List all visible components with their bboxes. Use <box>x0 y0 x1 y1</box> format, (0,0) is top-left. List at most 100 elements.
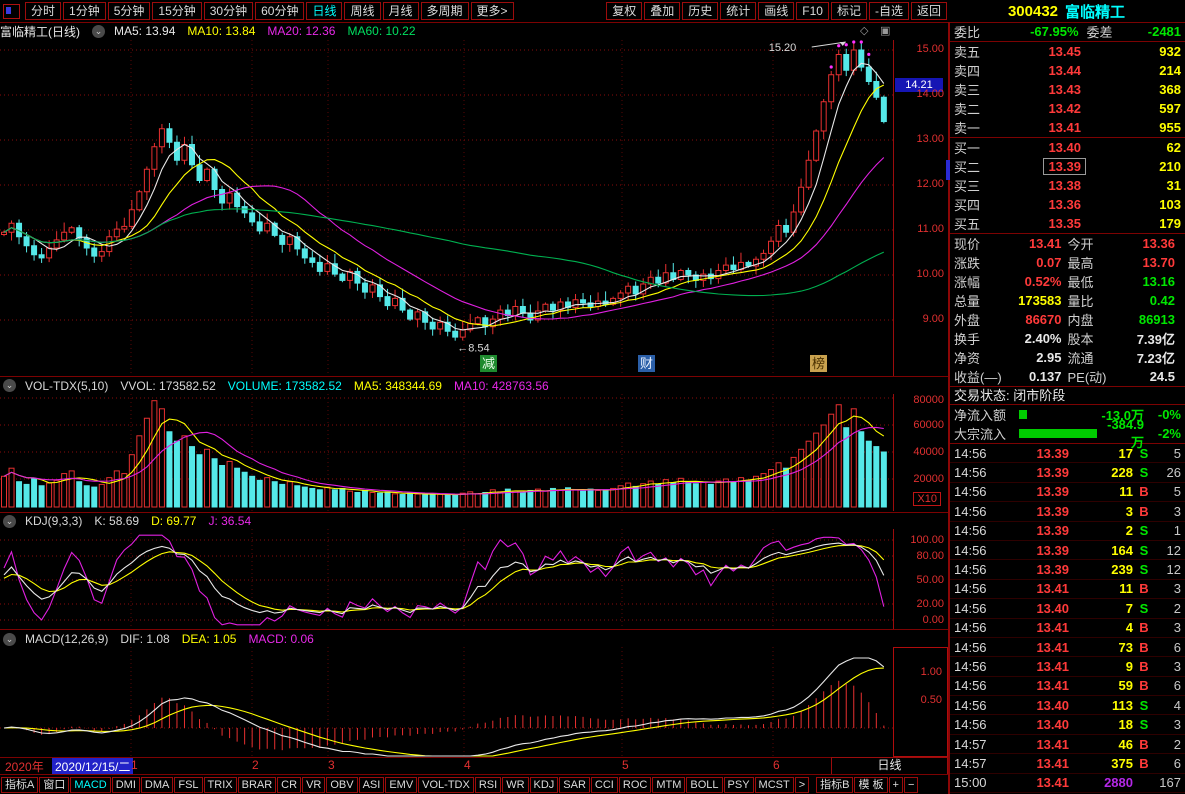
buy-row[interactable]: 买一13.4062 <box>950 138 1185 157</box>
scroll-indicator[interactable] <box>946 160 950 180</box>
indicator-tab-模 板[interactable]: 模 板 <box>854 777 887 793</box>
indicator-tab-BOLL[interactable]: BOLL <box>686 777 722 793</box>
weibi-row: 委比 -67.95% 委差 -2481 <box>950 22 1185 42</box>
indicator-tab-DMA[interactable]: DMA <box>141 777 173 793</box>
sell-row[interactable]: 卖一13.41955 <box>950 118 1185 137</box>
indicator-tab-SAR[interactable]: SAR <box>559 777 590 793</box>
tick-row[interactable]: 15:0013.412880167 <box>950 774 1185 793</box>
indicator-tab-MACD[interactable]: MACD <box>70 777 110 793</box>
buy-row[interactable]: 买四13.36103 <box>950 195 1185 214</box>
collapse-chevron-icon[interactable]: ⌄ <box>3 633 16 646</box>
tick-row[interactable]: 14:5713.41375B6 <box>950 754 1185 773</box>
indicator-tab-CR[interactable]: CR <box>277 777 301 793</box>
menu-item-多周期[interactable]: 多周期 <box>421 2 469 20</box>
indicator-tab->[interactable]: > <box>795 777 809 793</box>
sell-row[interactable]: 卖二13.42597 <box>950 99 1185 118</box>
menu-item-分时[interactable]: 分时 <box>25 2 61 20</box>
indicator-tab-PSY[interactable]: PSY <box>724 777 754 793</box>
indicator-tab-−[interactable]: − <box>904 777 918 793</box>
indicator-tab-指标A[interactable]: 指标A <box>1 777 38 793</box>
sell-row[interactable]: 卖五13.45932 <box>950 42 1185 61</box>
indicator-tab-FSL[interactable]: FSL <box>174 777 202 793</box>
tick-volume: 7 <box>1093 601 1133 616</box>
menu-item-复权[interactable]: 复权 <box>606 2 642 20</box>
menu-item-统计[interactable]: 统计 <box>720 2 756 20</box>
menu-item-画线[interactable]: 画线 <box>758 2 794 20</box>
collapse-chevron-icon[interactable]: ⌄ <box>3 379 16 392</box>
tick-row[interactable]: 14:5613.392S1 <box>950 522 1185 541</box>
tick-count: 3 <box>1155 659 1181 674</box>
tick-row[interactable]: 14:5613.39239S12 <box>950 560 1185 579</box>
indicator-tab-VR[interactable]: VR <box>302 777 325 793</box>
tick-row[interactable]: 14:5613.414B3 <box>950 619 1185 638</box>
tick-row[interactable]: 14:5613.393B3 <box>950 502 1185 521</box>
tick-row[interactable]: 14:5613.3917S5 <box>950 444 1185 463</box>
selected-date-label[interactable]: 2020/12/15/二 <box>52 758 133 775</box>
menu-item-60分钟[interactable]: 60分钟 <box>255 2 304 20</box>
indicator-tab-DMI[interactable]: DMI <box>112 777 140 793</box>
tick-row[interactable]: 14:5613.4159B6 <box>950 677 1185 696</box>
indicator-tab-VOL-TDX[interactable]: VOL-TDX <box>418 777 474 793</box>
collapse-chevron-icon[interactable]: ⌄ <box>92 25 105 38</box>
indicator-tab-TRIX[interactable]: TRIX <box>204 777 237 793</box>
tick-row[interactable]: 14:5613.407S2 <box>950 599 1185 618</box>
diamond-marker-icon[interactable]: ◇ <box>860 25 868 37</box>
tick-row[interactable]: 14:5613.4173B6 <box>950 638 1185 657</box>
menu-item-叠加[interactable]: 叠加 <box>644 2 680 20</box>
quote-label: 涨幅 <box>954 272 1006 291</box>
indicator-tab-EMV[interactable]: EMV <box>385 777 417 793</box>
menu-item-1分钟[interactable]: 1分钟 <box>63 2 106 20</box>
collapse-chevron-icon[interactable]: ⌄ <box>3 515 16 528</box>
sell-row[interactable]: 卖三13.43368 <box>950 80 1185 99</box>
indicator-tab-窗口[interactable]: 窗口 <box>39 777 69 793</box>
macd-panel-header: ⌄ MACD(12,26,9)DIF: 1.08DEA: 1.05MACD: 0… <box>0 631 893 647</box>
menu-item-15分钟[interactable]: 15分钟 <box>152 2 201 20</box>
side-panel-icon[interactable]: ▣ <box>880 25 890 37</box>
menu-item-5分钟[interactable]: 5分钟 <box>108 2 151 20</box>
sell-row[interactable]: 卖四13.44214 <box>950 61 1185 80</box>
kdj-chart[interactable] <box>0 529 893 629</box>
menu-item-标记[interactable]: 标记 <box>831 2 867 20</box>
indicator-tab-ROC[interactable]: ROC <box>619 777 651 793</box>
menu-item-日线[interactable]: 日线 <box>306 2 342 20</box>
menu-item-30分钟[interactable]: 30分钟 <box>204 2 253 20</box>
menu-item-历史[interactable]: 历史 <box>682 2 718 20</box>
indicator-tab-MTM[interactable]: MTM <box>652 777 685 793</box>
menu-item-返回[interactable]: 返回 <box>911 2 947 20</box>
menu-item-周线[interactable]: 周线 <box>344 2 380 20</box>
tick-row[interactable]: 14:5613.39164S12 <box>950 541 1185 560</box>
indicator-tab-CCI[interactable]: CCI <box>591 777 618 793</box>
indicator-toolbar: 指标A窗口MACDDMIDMAFSLTRIXBRARCRVROBVASIEMVV… <box>0 775 948 794</box>
indicator-tab-指标B[interactable]: 指标B <box>816 777 853 793</box>
tick-row[interactable]: 14:5613.39228S26 <box>950 463 1185 482</box>
buy-row[interactable]: 买二13.39210 <box>950 157 1185 176</box>
indicator-tab-BRAR[interactable]: BRAR <box>238 777 277 793</box>
kdj-tick: 0.00 <box>923 614 944 626</box>
volume-chart[interactable] <box>0 394 893 511</box>
indicator-tab-MCST[interactable]: MCST <box>755 777 794 793</box>
tick-row[interactable]: 14:5613.4111B3 <box>950 580 1185 599</box>
indicator-tab-KDJ[interactable]: KDJ <box>530 777 559 793</box>
level-label: 卖一 <box>954 118 1010 137</box>
period-indicator[interactable]: 日线 <box>831 757 948 775</box>
indicator-tab-+[interactable]: + <box>889 777 903 793</box>
tick-row[interactable]: 14:5613.40113S4 <box>950 696 1185 715</box>
menu-item-更多>[interactable]: 更多> <box>471 2 514 20</box>
indicator-tab-ASI[interactable]: ASI <box>359 777 385 793</box>
tick-row[interactable]: 14:5713.4146B2 <box>950 735 1185 754</box>
indicator-tab-OBV[interactable]: OBV <box>326 777 357 793</box>
menu-item-F10[interactable]: F10 <box>796 2 829 20</box>
tick-row[interactable]: 14:5613.3911B5 <box>950 483 1185 502</box>
tick-row[interactable]: 14:5613.419B3 <box>950 657 1185 676</box>
menu-item--自选[interactable]: -自选 <box>869 2 909 20</box>
menu-item-月线[interactable]: 月线 <box>383 2 419 20</box>
indicator-tab-RSI[interactable]: RSI <box>475 777 501 793</box>
main-candlestick-chart[interactable]: 15.20←8.54 <box>0 40 893 376</box>
tick-row[interactable]: 14:5613.4018S3 <box>950 715 1185 734</box>
buy-row[interactable]: 买五13.35179 <box>950 214 1185 233</box>
macd-chart[interactable] <box>0 647 893 757</box>
tick-price: 13.40 <box>996 601 1093 616</box>
indicator-tab-WR[interactable]: WR <box>502 777 528 793</box>
layout-window-icon[interactable] <box>3 4 20 19</box>
buy-row[interactable]: 买三13.3831 <box>950 176 1185 195</box>
